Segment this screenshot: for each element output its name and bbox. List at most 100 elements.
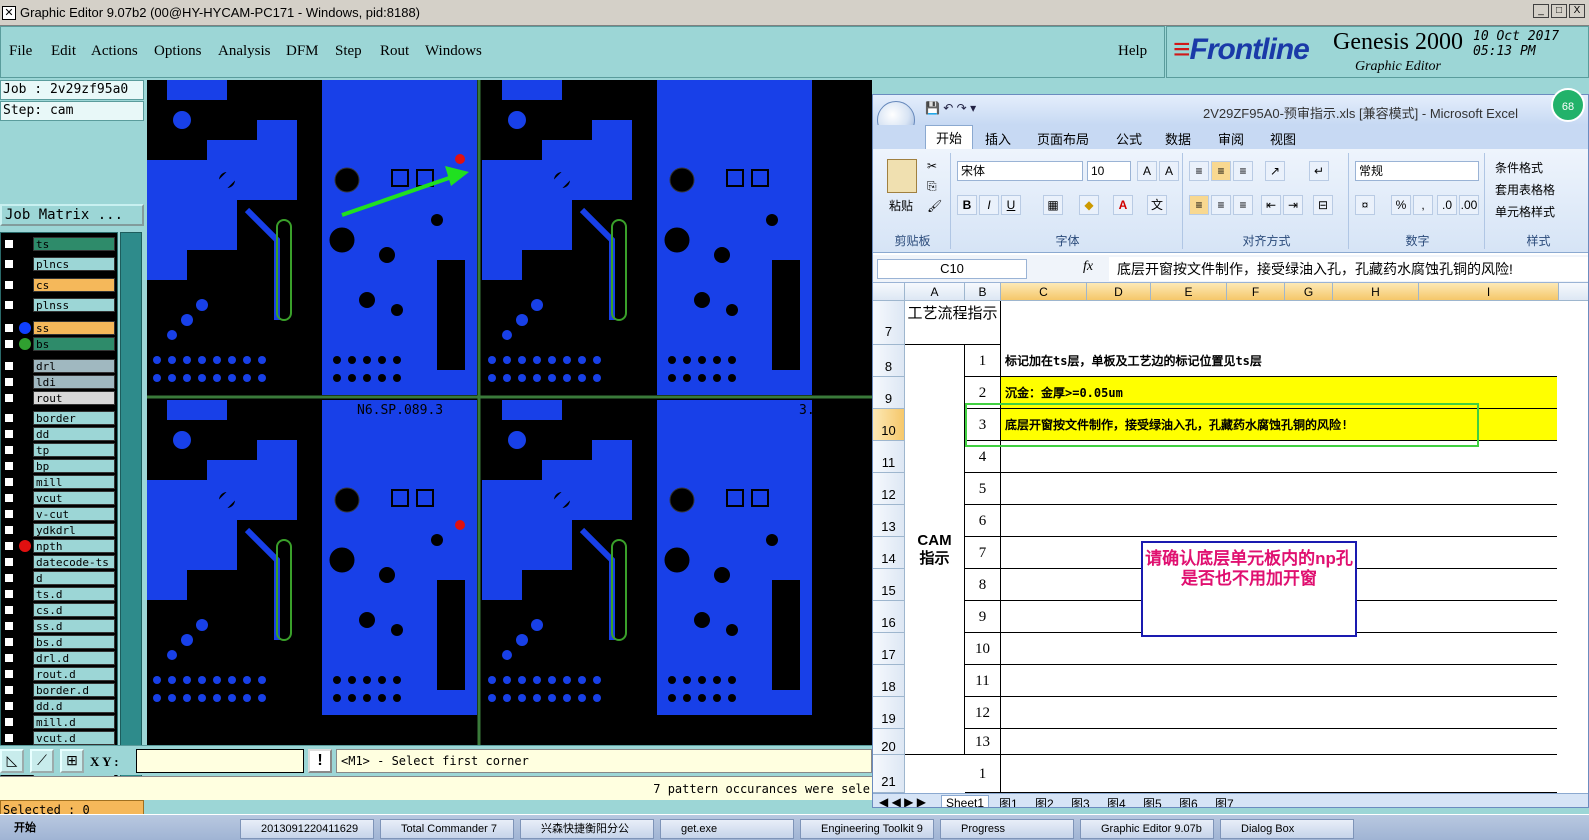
layer-name[interactable]: mill (33, 475, 115, 489)
row-header[interactable]: 17 (873, 633, 905, 665)
layer-row[interactable]: mill (1, 475, 119, 489)
menu-windows[interactable]: Windows (425, 43, 482, 60)
tab-data[interactable]: 数据 (1165, 129, 1191, 148)
measure-tool-icon[interactable]: ⟋ (30, 749, 54, 773)
menu-actions[interactable]: Actions (91, 43, 138, 60)
layer-row[interactable]: plncs (1, 257, 119, 271)
taskbar-item-1[interactable]: 2013091220411629 (240, 819, 374, 839)
row-header[interactable]: 7 (873, 301, 905, 345)
row-header[interactable]: 13 (873, 505, 905, 537)
menu-dfm[interactable]: DFM (286, 43, 319, 60)
grow-font-icon[interactable]: A (1137, 161, 1157, 181)
step-number-cell[interactable]: 5 (965, 473, 1001, 505)
row-header[interactable]: 14 (873, 537, 905, 569)
row-header[interactable]: 8 (873, 345, 905, 377)
sheet-tab-7[interactable]: 图6 (1179, 795, 1198, 807)
step-number-cell[interactable]: 11 (965, 665, 1001, 697)
taskbar-item-4[interactable]: get.exe (660, 819, 794, 839)
layer-checkbox[interactable] (4, 300, 14, 310)
bold-button[interactable]: B (957, 195, 977, 215)
fill-color-icon[interactable]: ◆ (1079, 195, 1099, 215)
layer-name[interactable]: bs.d (33, 635, 115, 649)
percent-button[interactable]: % (1391, 195, 1411, 215)
conditional-format-button[interactable]: 条件格式 (1495, 159, 1543, 176)
layer-name[interactable]: datecode-ts (33, 555, 115, 569)
instruction-cell[interactable] (1001, 755, 1557, 793)
layer-name[interactable]: v-cut (33, 507, 115, 521)
layer-name[interactable]: ss.d (33, 619, 115, 633)
layer-checkbox[interactable] (4, 339, 14, 349)
font-size-select[interactable]: 10 (1087, 161, 1131, 181)
align-top-icon[interactable]: ≡ (1189, 161, 1209, 181)
underline-button[interactable]: U (1001, 195, 1021, 215)
layer-name[interactable]: vcut.d (33, 731, 115, 745)
merge-center-icon[interactable]: ⊟ (1313, 195, 1333, 215)
cell-styles-button[interactable]: 单元格样式 (1495, 203, 1555, 220)
step-number-cell[interactable]: 7 (965, 537, 1001, 569)
layer-row[interactable]: tp (1, 443, 119, 457)
layer-name[interactable]: rout.d (33, 667, 115, 681)
spreadsheet-grid[interactable]: A B C D E F G H I 7 8 1 标记加在ts层，单板及工艺边的标记位置… (873, 283, 1588, 793)
layer-name[interactable]: ydkdrl (33, 523, 115, 537)
menu-file[interactable]: File (9, 43, 32, 60)
menu-help[interactable]: Help (1118, 43, 1147, 60)
layer-row[interactable]: dd.d (1, 699, 119, 713)
layer-row[interactable]: vcut (1, 491, 119, 505)
layer-checkbox[interactable] (4, 429, 14, 439)
instruction-cell[interactable] (1001, 473, 1557, 505)
instruction-cell[interactable] (1001, 665, 1557, 697)
layer-row[interactable]: cs.d (1, 603, 119, 617)
row-header[interactable]: 10 (873, 409, 905, 441)
maximize-button[interactable]: □ (1551, 4, 1567, 18)
tab-home[interactable]: 开始 (925, 125, 974, 149)
step-number-cell[interactable]: 1 (965, 345, 1001, 377)
layer-checkbox[interactable] (4, 685, 14, 695)
layer-checkbox[interactable] (4, 717, 14, 727)
instruction-cell[interactable] (1001, 729, 1557, 755)
close-button[interactable]: X (1569, 4, 1585, 18)
layer-row[interactable]: bs (1, 337, 119, 351)
layer-row[interactable]: drl.d (1, 651, 119, 665)
step-number-cell[interactable]: 6 (965, 505, 1001, 537)
layer-checkbox[interactable] (4, 461, 14, 471)
tab-insert[interactable]: 插入 (985, 129, 1011, 148)
copy-icon[interactable]: ⎘ (927, 179, 937, 194)
layer-row[interactable]: mill.d (1, 715, 119, 729)
layer-row[interactable]: ydkdrl (1, 523, 119, 537)
review-callout[interactable]: 请确认底层单元板内的np孔是否也不用加开窗 (1141, 541, 1357, 637)
col-header-h[interactable]: H (1333, 283, 1419, 301)
layer-checkbox[interactable] (4, 393, 14, 403)
layer-row[interactable]: ss.d (1, 619, 119, 633)
layer-name[interactable]: drl (33, 359, 115, 373)
menu-rout[interactable]: Rout (380, 43, 409, 60)
col-header-j[interactable] (1559, 283, 1588, 301)
decrease-decimal-icon[interactable]: .00 (1459, 195, 1479, 215)
wrap-text-icon[interactable]: ↵ (1309, 161, 1329, 181)
step-number-cell[interactable]: 13 (965, 729, 1001, 755)
align-bottom-icon[interactable]: ≡ (1233, 161, 1253, 181)
layer-list-scrollbar[interactable] (120, 232, 142, 778)
layer-name[interactable]: ts.d (33, 587, 115, 601)
notification-badge[interactable]: 68 (1551, 88, 1585, 122)
layer-name[interactable]: cs (33, 278, 115, 292)
col-header-e[interactable]: E (1151, 283, 1227, 301)
process-header-cell[interactable]: 工艺流程指示 (905, 301, 1001, 345)
row-header[interactable]: 18 (873, 665, 905, 697)
graphic-canvas[interactable]: N6.SP.089.3 3.089.6 (147, 80, 872, 745)
tab-formulas[interactable]: 公式 (1116, 129, 1142, 148)
increase-decimal-icon[interactable]: .0 (1437, 195, 1457, 215)
col-header-d[interactable]: D (1087, 283, 1151, 301)
snap-grid-icon[interactable]: ⊞ (60, 749, 84, 773)
row-header[interactable]: 21 (873, 755, 905, 793)
quick-access-toolbar[interactable]: 💾 ↶ ↷ ▾ (925, 101, 976, 115)
layer-name[interactable]: ldi (33, 375, 115, 389)
col-header-b[interactable]: B (965, 283, 1001, 301)
instruction-cell[interactable] (1001, 505, 1557, 537)
layer-name[interactable]: dd.d (33, 699, 115, 713)
layer-row[interactable]: vcut.d (1, 731, 119, 745)
layer-name[interactable]: rout (33, 391, 115, 405)
format-table-button[interactable]: 套用表格格 (1495, 181, 1555, 198)
sheet-nav-icon[interactable]: ◀ ◀ ▶ ▶ (879, 795, 926, 807)
formula-input[interactable]: 底层开窗按文件制作，接受绿油入孔，孔藏药水腐蚀孔铜的风险! (1109, 257, 1588, 281)
cam-instruction-cell[interactable]: CAM指示 (905, 345, 965, 755)
